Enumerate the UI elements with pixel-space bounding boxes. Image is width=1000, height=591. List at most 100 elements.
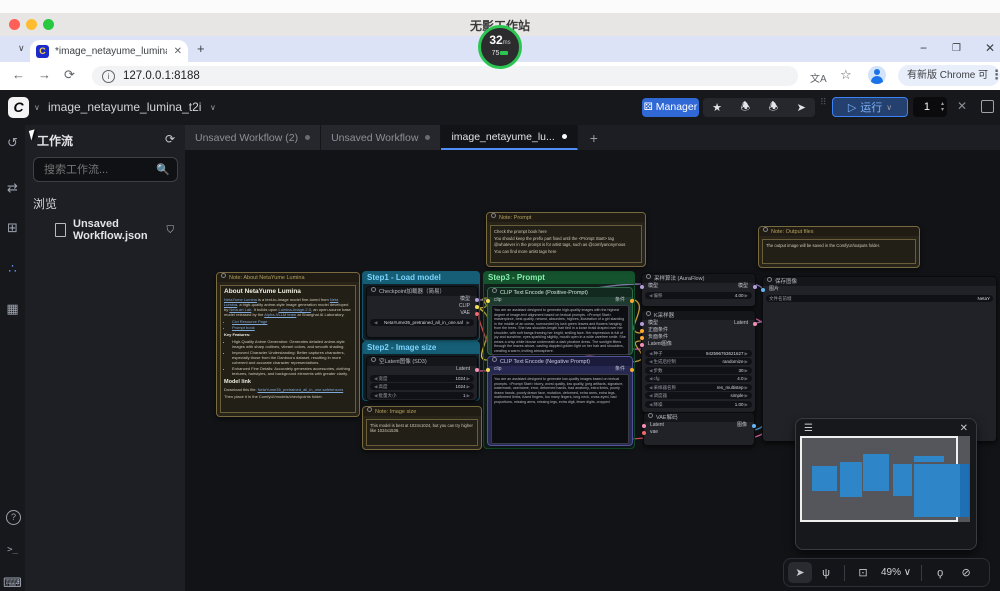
input-slot[interactable]: 图片 [763,286,996,293]
star-icon[interactable]: ★ [712,101,722,114]
note-size-node[interactable]: Note: Image size This model is best at 1… [362,406,482,450]
clip-input[interactable]: clip [494,297,502,303]
workflow-tab[interactable]: Unsaved Workflow [321,125,441,150]
clip-input[interactable]: clip [494,366,502,372]
window-close-icon[interactable]: ✕ [985,41,995,55]
conditioning-output[interactable]: 条件 [615,366,625,373]
ksampler-widget[interactable]: ◀生成后控制randomize▶ [645,358,752,365]
note-output-node[interactable]: Note: Output files The output image will… [758,226,920,268]
panel-toggle-icon[interactable] [981,100,994,113]
new-tab-button[interactable]: + [197,41,205,56]
drag-handle-icon[interactable]: ⠿ [820,100,827,105]
lightbulb-icon[interactable]: ϙ [928,562,952,583]
chrome-menu-icon[interactable]: ⋮ [990,67,1000,83]
profile-avatar[interactable] [868,66,886,84]
note-prompt-node[interactable]: Note: Prompt Check the prompt book hereY… [486,212,646,267]
comfy-logo[interactable]: C [8,97,29,118]
minimap-close-icon[interactable]: ✕ [960,423,968,434]
checkpoint-loader-node[interactable]: Checkpoint加载器（简易） 模型CLIPVAE ◀NetaYume35_… [366,286,478,338]
filename-prefix-widget[interactable]: 文件名前缀NetaY [766,295,993,302]
logo-chevron-icon[interactable]: ∨ [34,103,40,112]
group-step3-title[interactable]: Step3 - Prompt [483,271,635,284]
bookmark-icon[interactable]: ⛉ [167,225,175,236]
workflow-tab[interactable]: Unsaved Workflow (2) [185,125,321,150]
unsaved-dot-icon[interactable] [305,135,310,140]
ksampler-widget[interactable]: ◀采样器名称res_multistep▶ [645,384,752,391]
ksampler-widget[interactable]: ◀调度器simple▶ [645,392,752,399]
browser-tab[interactable]: C *image_netayume_lumina_t2 ✕ [30,40,188,62]
ckpt-name-combo[interactable]: ◀NetaYume35_pretrained_all_in_one.saf▶ [370,319,474,326]
group-step1-title[interactable]: Step1 - Load model [362,271,480,284]
sync-icon[interactable]: ⇄ [0,180,25,196]
workflows-icon[interactable]: ∴ [0,261,25,277]
model-sampling-node[interactable]: 采样算法 (AuraFlow) 模型模型 ◀偏移4.00▶ [641,273,756,307]
run-button[interactable]: ▷ 运行 ∨ [832,97,908,117]
reload-icon[interactable]: ⟳ [64,67,75,83]
ksampler-widget[interactable]: ◀降噪1.00▶ [645,401,752,408]
workflow-file-item[interactable]: Unsaved Workflow.json ⛉ [33,213,178,247]
input-slot[interactable]: Latent图像 [642,341,755,348]
toggle-links-icon[interactable]: ⊘ [954,562,978,583]
batch-count-stepper[interactable]: 1 ▴▾ [913,97,947,117]
notification-off-icon[interactable]: 🕭 [740,98,750,117]
unsaved-dot-icon[interactable] [425,135,430,140]
input-slot[interactable]: 负面条件 [642,334,755,341]
workflow-tab-active[interactable]: image_netayume_lu... [441,125,577,150]
workflow-name-chevron-icon[interactable]: ∨ [210,103,216,112]
output-slot[interactable]: Latent [367,366,477,373]
window-restore-icon[interactable]: ❐ [952,43,961,54]
input-slot[interactable]: 正面条件 [642,327,755,334]
zoom-level-button[interactable]: 49% ∨ [877,567,915,578]
vae-decode-node[interactable]: VAE解码 Latent图像 vae [643,412,755,446]
select-tool-icon[interactable]: ➤ [788,562,812,583]
node-library-icon[interactable]: ⊞ [0,220,25,236]
minimap-panel[interactable]: ☰ ✕ [795,418,977,550]
ksampler-widget[interactable]: ◀cfg4.0▶ [645,375,752,382]
input-slot[interactable]: 模型 [642,320,755,327]
workflow-name[interactable]: image_netayume_lumina_t2i [48,100,201,114]
bookmark-star-icon[interactable]: ☆ [840,67,852,83]
workflow-search[interactable]: 🔍 [33,157,178,182]
ksampler-widget[interactable]: ◀步数30▶ [645,367,752,374]
number-widget[interactable]: ◀偏移4.00▶ [645,292,752,299]
input-slot[interactable]: vae [644,429,754,436]
ksampler-node[interactable]: K采样器 Latent 模型正面条件负面条件Latent图像 ◀种子942596… [641,310,756,413]
keyboard-icon[interactable]: ⌨ [0,575,25,591]
output-slot[interactable]: 模型 [367,296,477,303]
queue-icon[interactable]: ↺ [0,135,25,151]
tab-close-icon[interactable]: ✕ [174,46,182,57]
output-slot[interactable]: CLIP [367,303,477,310]
output-slot[interactable]: VAE [367,310,477,317]
tab-search-chevron-icon[interactable]: ∨ [18,43,25,54]
clip-negative-node[interactable]: CLIP Text Encode (Negative Prompt) clip条… [487,356,633,446]
latency-badge[interactable]: 32ms 75 [478,25,522,69]
templates-icon[interactable]: ▦ [0,301,25,317]
unsaved-dot-icon[interactable] [562,134,567,139]
minimap-canvas[interactable] [800,436,970,522]
new-workflow-tab-button[interactable]: + [578,125,610,150]
translate-icon[interactable]: 文A [810,70,827,85]
model-input[interactable]: 模型 [648,283,658,289]
positive-prompt-textarea[interactable]: You are an assistant designed to generat… [491,305,629,355]
url-bar[interactable]: i 127.0.0.1:8188 [92,66,798,86]
refresh-icon[interactable]: ⟳ [165,132,175,146]
help-icon[interactable]: ? [6,510,21,525]
empty-latent-node[interactable]: 空Latent图像 (SD3) Latent ◀宽度1024▶◀高度1024▶◀… [366,356,478,401]
chrome-update-button[interactable]: 有新版 Chrome 可用 [898,65,1000,86]
model-output[interactable]: 模型 [738,283,748,290]
share-icon[interactable]: ➤ [797,101,806,114]
back-icon[interactable]: ← [12,67,25,82]
negative-prompt-textarea[interactable]: You are an assistant designed to generat… [491,374,629,444]
fit-view-icon[interactable]: ⊡ [851,562,875,583]
notification-icon[interactable]: 🕭 [768,98,778,117]
input-slot[interactable]: Latent图像 [644,422,754,429]
number-widget[interactable]: ◀宽度1024▶ [370,375,474,382]
number-widget[interactable]: ◀批量大小1▶ [370,392,474,399]
group-step2-title[interactable]: Step2 - Image size [362,341,480,354]
manager-button[interactable]: ⚄ Manager [642,98,699,117]
pan-hand-icon[interactable]: ψ [814,562,838,583]
interrupt-icon[interactable]: ✕ [957,99,967,113]
ksampler-widget[interactable]: ◀种子942596763621627▶ [645,350,752,357]
image-output[interactable]: 图像 [737,422,747,429]
minimap-settings-icon[interactable]: ☰ [804,423,813,434]
